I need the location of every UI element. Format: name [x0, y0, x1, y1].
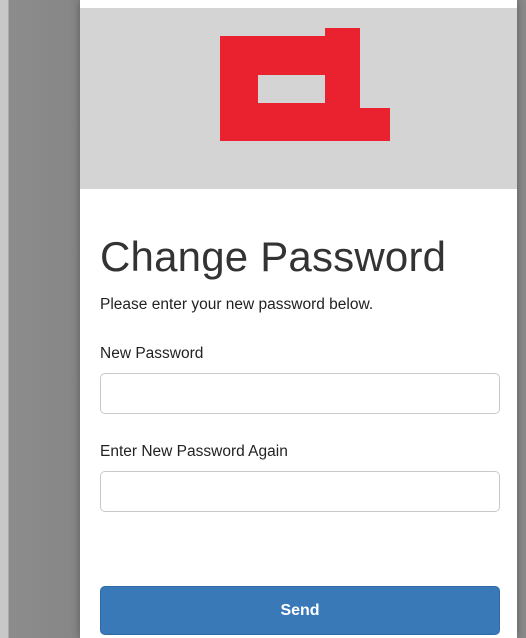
new-password-label: New Password — [100, 345, 204, 362]
send-button[interactable]: Send — [100, 586, 500, 635]
confirm-password-label: Enter New Password Again — [100, 443, 288, 460]
page: Change Password Please enter your new pa… — [0, 0, 526, 638]
confirm-password-input[interactable] — [100, 471, 500, 512]
change-password-panel: Change Password Please enter your new pa… — [80, 0, 517, 638]
logo-header — [80, 8, 517, 189]
backdrop-left — [0, 0, 80, 638]
backdrop-right — [517, 0, 526, 638]
page-title: Change Password — [100, 233, 447, 280]
new-password-input[interactable] — [100, 373, 500, 414]
instructions-text: Please enter your new password below. — [100, 296, 374, 313]
brand-logo-icon — [220, 28, 390, 141]
